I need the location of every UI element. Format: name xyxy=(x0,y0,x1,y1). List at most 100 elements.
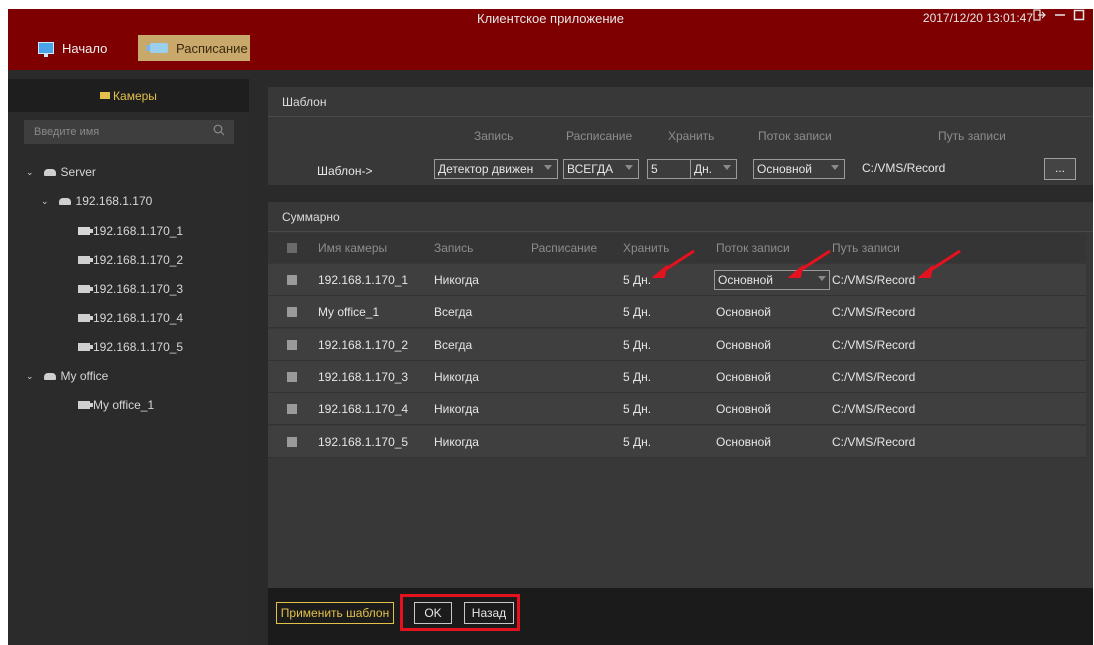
app-window: Клиентское приложение 2017/12/20 13:01:4… xyxy=(8,9,1093,645)
tree-item-label: 192.168.1.170_5 xyxy=(93,340,184,354)
row-checkbox[interactable] xyxy=(287,404,297,415)
camera-icon xyxy=(78,227,93,235)
stream-cell: Основной xyxy=(716,337,772,352)
group-icon xyxy=(43,372,56,380)
header-stream: Поток записи xyxy=(716,241,790,255)
template-path: C:/VMS/Record xyxy=(862,161,946,175)
tree-item-label: 192.168.1.170 xyxy=(75,194,153,208)
row-checkbox[interactable] xyxy=(287,371,297,382)
cameras-header: Камеры xyxy=(8,79,249,112)
record-cell: Никогда xyxy=(434,273,479,287)
header-schedule: Расписание xyxy=(531,241,598,255)
tree-item-label: My office xyxy=(60,369,109,383)
record-cell: Никогда xyxy=(434,434,479,449)
tree-item-camera[interactable]: My office_1 xyxy=(78,396,154,414)
table-row[interactable]: 192.168.1.170_5 Никогда 5 Дн. C:/VMS/Record… xyxy=(268,425,1086,458)
chevron-down-icon[interactable]: ⌄ xyxy=(26,167,34,178)
keep-cell: 5 Дн. xyxy=(623,369,652,384)
header-path: Путь записи xyxy=(938,129,1006,143)
keep-days-input[interactable]: 5 xyxy=(647,159,691,179)
minimize-icon[interactable] xyxy=(1053,9,1067,24)
tree-item-label: 192.168.1.170_2 xyxy=(93,253,184,267)
browse-path-button[interactable]: ... xyxy=(1044,158,1076,180)
camera-icon xyxy=(78,401,93,409)
record-mode-value: Детектор движен xyxy=(438,162,534,176)
chevron-down-icon xyxy=(544,165,552,170)
camera-icon xyxy=(78,256,93,264)
row-checkbox[interactable] xyxy=(287,436,297,447)
stream-cell: Основной xyxy=(716,402,772,417)
annotation-arrow-icon xyxy=(787,249,831,278)
summary-title: Суммарно xyxy=(268,202,1093,232)
keep-unit-dropdown[interactable]: Дн. xyxy=(690,159,737,179)
tree-item-label: 192.168.1.170_1 xyxy=(93,224,184,238)
camera-name-cell: My office_1 xyxy=(318,305,380,320)
camera-icon xyxy=(100,92,111,99)
camera-icon xyxy=(78,285,93,293)
path-cell: C:/VMS/Record xyxy=(832,305,916,320)
tree-item-camera[interactable]: 192.168.1.170_5 xyxy=(78,338,183,356)
stream-cell: Основной xyxy=(716,305,772,320)
group-icon xyxy=(58,197,71,205)
tree-item-camera[interactable]: 192.168.1.170_1 xyxy=(78,222,183,240)
camera-name-cell: 192.168.1.170_3 xyxy=(318,369,409,384)
record-cell: Никогда xyxy=(434,402,479,417)
header-record: Запись xyxy=(434,241,474,255)
keep-days-value: 5 xyxy=(651,162,658,176)
chevron-down-icon xyxy=(831,165,839,170)
search-icon[interactable] xyxy=(213,124,225,136)
template-title: Шаблон xyxy=(268,87,1093,117)
header-stream: Поток записи xyxy=(758,129,832,143)
tree-item-label: My office_1 xyxy=(93,398,155,412)
annotation-highlight-box xyxy=(400,594,520,631)
nav-home-button[interactable]: Начало xyxy=(38,35,107,61)
header-path: Путь записи xyxy=(832,241,900,255)
server-icon xyxy=(43,168,56,176)
cameras-header-label: Камеры xyxy=(113,88,157,103)
logout-icon[interactable] xyxy=(1032,9,1046,24)
camera-name-cell: 192.168.1.170_4 xyxy=(318,402,409,417)
chevron-down-icon xyxy=(625,165,633,170)
maximize-icon[interactable] xyxy=(1072,9,1086,24)
stream-dropdown[interactable]: Основной xyxy=(753,159,845,179)
table-row[interactable]: 192.168.1.170_4 Никогда 5 Дн. C:/VMS/Record… xyxy=(268,393,1086,426)
camera-search-input[interactable] xyxy=(24,120,234,144)
nav-schedule-button[interactable]: Расписание xyxy=(138,35,250,61)
row-checkbox[interactable] xyxy=(287,339,297,350)
camera-icon xyxy=(146,43,168,53)
stream-value: Основной xyxy=(718,273,774,287)
keep-cell: 5 Дн. xyxy=(623,434,652,449)
table-row[interactable]: 192.168.1.170_2 Всегда 5 Дн. C:/VMS/Record О… xyxy=(268,328,1086,361)
record-cell: Всегда xyxy=(434,305,473,320)
tree-item-camera[interactable]: 192.168.1.170_4 xyxy=(78,309,183,327)
annotation-arrow-icon xyxy=(651,249,695,278)
record-mode-dropdown[interactable]: Детектор движен xyxy=(434,159,558,179)
tree-item-camera[interactable]: 192.168.1.170_2 xyxy=(78,251,183,269)
datetime: 2017/12/20 13:01:47 xyxy=(922,11,1033,25)
chevron-down-icon[interactable]: ⌄ xyxy=(41,196,49,207)
schedule-dropdown[interactable]: ВСЕГДА xyxy=(563,159,639,179)
tree-item-server[interactable]: ⌄ Server xyxy=(26,163,96,181)
row-checkbox[interactable] xyxy=(287,307,297,318)
camera-icon xyxy=(78,343,93,351)
apply-template-button[interactable]: Применить шаблон xyxy=(276,602,394,624)
path-cell: C:/VMS/Record xyxy=(832,369,916,384)
keep-cell: 5 Дн. xyxy=(623,305,652,320)
path-cell: C:/VMS/Record xyxy=(832,337,916,352)
keep-cell: 5 Дн. xyxy=(623,273,652,287)
tree-item-group-192-168-1-170[interactable]: ⌄ 192.168.1.170 xyxy=(41,192,152,210)
tree-item-group-my-office[interactable]: ⌄ My office xyxy=(26,367,108,385)
monitor-icon xyxy=(38,42,54,57)
chevron-down-icon[interactable]: ⌄ xyxy=(26,371,34,382)
header-keep: Хранить xyxy=(668,129,715,143)
row-checkbox[interactable] xyxy=(287,275,297,285)
tree-item-label: Server xyxy=(60,165,96,179)
chevron-down-icon xyxy=(723,165,731,170)
table-row[interactable]: My office_1 Всегда 5 Дн. C:/VMS/Record Основ… xyxy=(268,296,1086,329)
table-row[interactable]: 192.168.1.170_3 Никогда 5 Дн. C:/VMS/Record… xyxy=(268,360,1086,393)
select-all-checkbox[interactable] xyxy=(287,243,297,253)
tree-item-camera[interactable]: 192.168.1.170_3 xyxy=(78,280,183,298)
annotation-arrow-icon xyxy=(917,249,961,278)
path-cell: C:/VMS/Record xyxy=(832,273,916,287)
nav-home-label: Начало xyxy=(62,40,108,56)
